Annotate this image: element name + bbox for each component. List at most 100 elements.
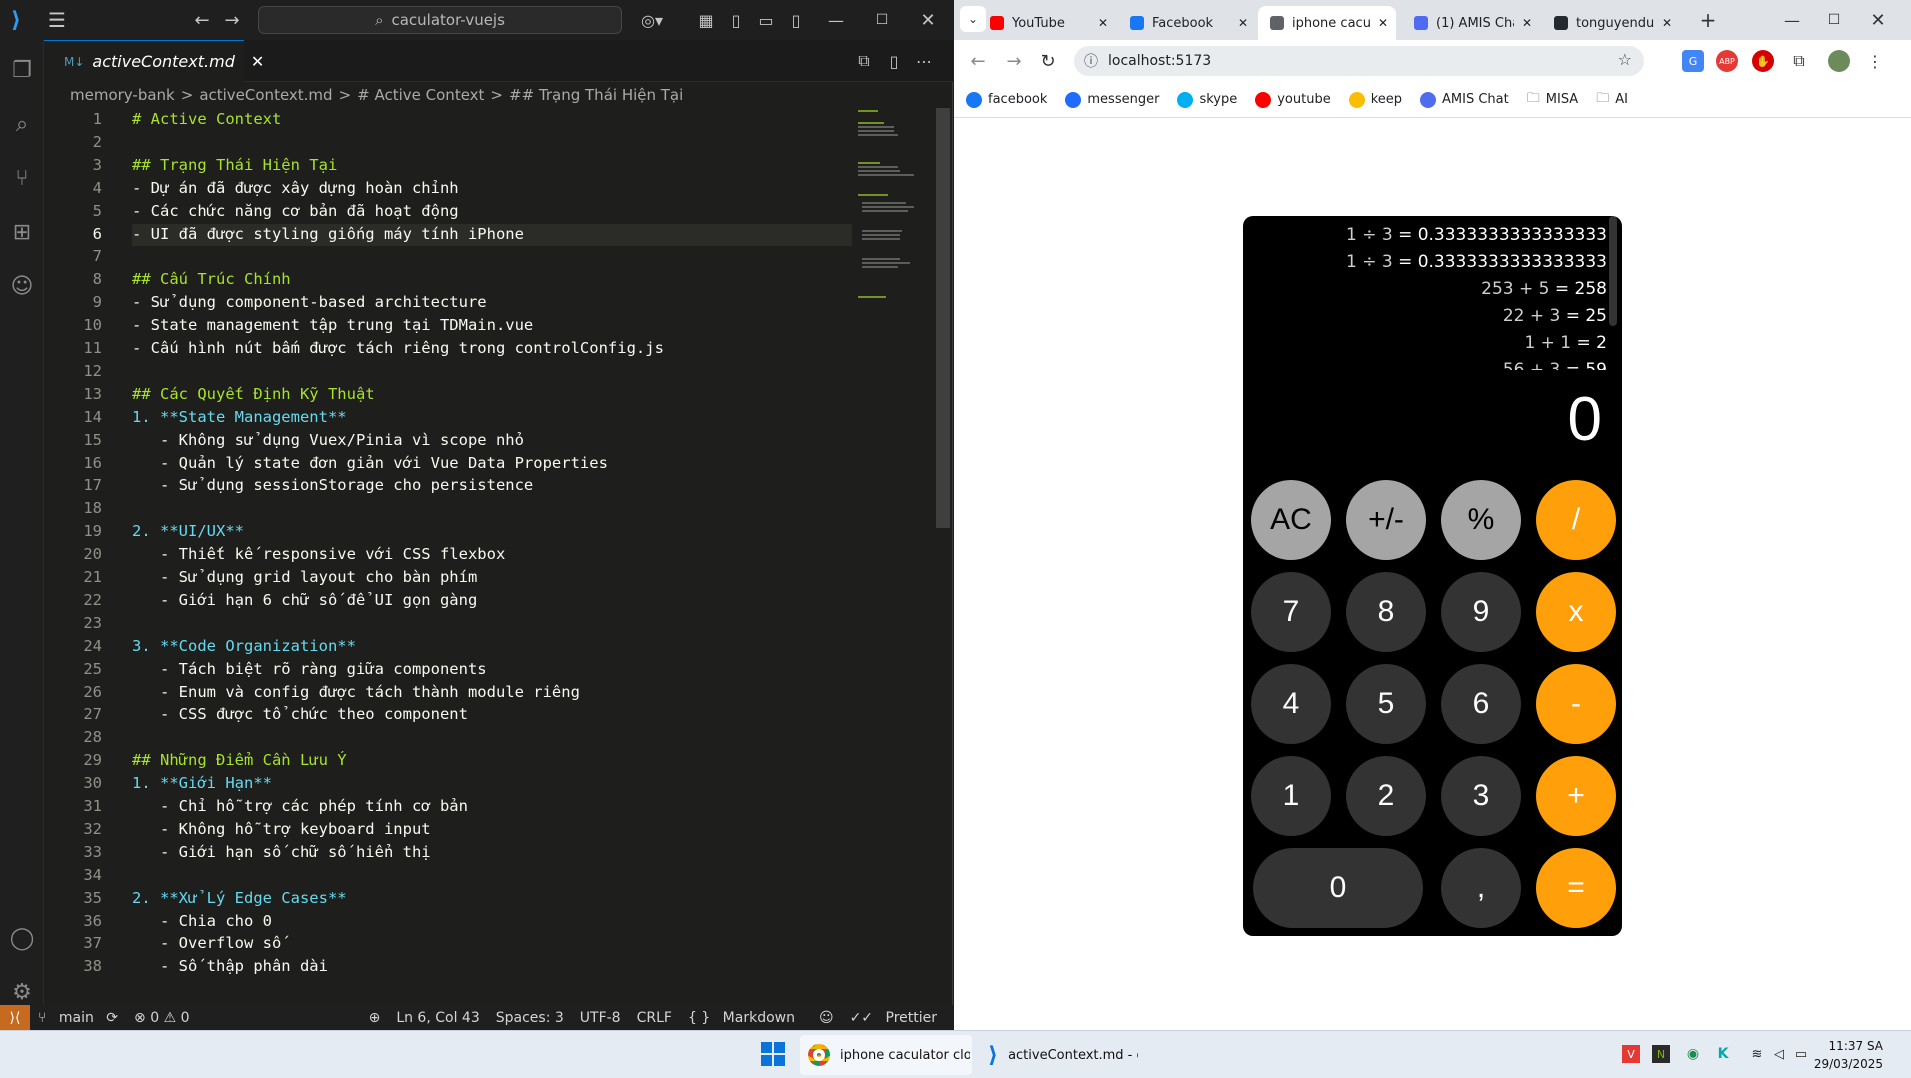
toggle-sidebar-icon[interactable]: ▯ (724, 8, 748, 32)
bookmark-star-icon[interactable]: ☆ (1618, 50, 1632, 69)
taskbar-vscode-app[interactable]: ⟩ activeContext.md - cacu (980, 1035, 1152, 1075)
key-digit-3-button[interactable]: 3 (1441, 756, 1521, 836)
problems-status[interactable]: ⊗ 0 ⚠ 0 (126, 1010, 197, 1026)
key-decimal-button[interactable]: , (1441, 848, 1521, 928)
calculation-history[interactable]: 1 ÷ 3 = 0.3333333333333333 1 ÷ 3 = 0.3333… (1243, 222, 1609, 370)
tab-close-icon[interactable]: ✕ (1662, 16, 1672, 30)
code-line[interactable]: - Số thập phân dài (132, 957, 328, 975)
forward-icon[interactable]: → (220, 8, 244, 32)
code-line[interactable]: - Các chức năng cơ bản đã hoạt động (132, 202, 459, 220)
split-editor-icon[interactable]: ▯ (882, 49, 906, 73)
breadcrumb-folder[interactable]: memory-bank (70, 86, 175, 104)
code-line[interactable]: 2. **Xử Lý Edge Cases** (132, 889, 347, 907)
key-digit-8-button[interactable]: 8 (1346, 572, 1426, 652)
reload-icon[interactable]: ↻ (1036, 49, 1060, 73)
browser-tab[interactable]: tonguyendu ✕ (1542, 6, 1680, 40)
key-multiply-button[interactable]: x (1536, 572, 1616, 652)
key-digit-7-button[interactable]: 7 (1251, 572, 1331, 652)
copilot-status-icon[interactable]: ☺ (811, 1010, 842, 1026)
key-digit-5-button[interactable]: 5 (1346, 664, 1426, 744)
nvidia-icon[interactable]: N (1652, 1045, 1670, 1063)
key-digit-1-button[interactable]: 1 (1251, 756, 1331, 836)
forward-icon[interactable]: → (1002, 49, 1026, 73)
tab-close-icon[interactable]: ✕ (1098, 16, 1108, 30)
zoom-icon[interactable]: ⊕ (361, 1010, 389, 1026)
code-line[interactable]: 1. **State Management** (132, 408, 347, 426)
taskbar-chrome-app[interactable]: iphone caculator clone - (800, 1035, 972, 1075)
bookmark-item[interactable]: messenger (1065, 91, 1159, 108)
minimize-icon[interactable]: — (824, 8, 848, 32)
code-line[interactable]: 2. **UI/UX** (132, 522, 244, 540)
key-add-button[interactable]: + (1536, 756, 1616, 836)
history-entry[interactable]: 56 + 3 = 59 (1243, 357, 1609, 370)
key-subtract-button[interactable]: - (1536, 664, 1616, 744)
start-icon[interactable] (760, 1041, 786, 1067)
indentation[interactable]: Spaces: 3 (488, 1010, 572, 1026)
bookmark-item[interactable]: AMIS Chat (1420, 91, 1509, 108)
key-digit-0-button[interactable]: 0 (1253, 848, 1423, 928)
browser-tab[interactable]: YouTube ✕ (978, 6, 1116, 40)
code-line[interactable]: 1. **Giới Hạn** (132, 774, 272, 792)
encoding[interactable]: UTF-8 (572, 1010, 629, 1026)
key-digit-2-button[interactable]: 2 (1346, 756, 1426, 836)
code-line[interactable]: - Giới hạn 6 chữ số để UI gọn gàng (132, 591, 477, 609)
new-tab-icon[interactable]: + (1696, 8, 1720, 32)
eol[interactable]: CRLF (629, 1010, 680, 1026)
bookmark-item[interactable]: youtube (1255, 91, 1331, 108)
layout-icon[interactable]: ▦ (694, 8, 718, 32)
battery-icon[interactable]: ▭ (1792, 1045, 1810, 1063)
bookmark-item[interactable]: keep (1348, 91, 1402, 108)
code-editor[interactable]: 1 # Active Context 2 3 ## Trạng Thái Hiện Tạ… (44, 108, 953, 1005)
back-icon[interactable]: ← (190, 8, 214, 32)
more-actions-icon[interactable]: ⋯ (912, 49, 936, 73)
volume-icon[interactable]: ◁ (1770, 1045, 1788, 1063)
history-entry[interactable]: 1 + 1 = 2 (1243, 330, 1609, 357)
code-line[interactable]: ## Trạng Thái Hiện Tại (132, 156, 337, 174)
code-line[interactable]: - Cấu hình nút bấm được tách riêng trong… (132, 339, 664, 357)
breadcrumb-file[interactable]: activeContext.md (199, 86, 332, 104)
key-percent-button[interactable]: % (1441, 480, 1521, 560)
breadcrumb-heading-1[interactable]: # Active Context (357, 86, 484, 104)
history-entry[interactable]: 1 ÷ 3 = 0.3333333333333333 (1243, 249, 1609, 276)
breadcrumb-heading-2[interactable]: ## Trạng Thái Hiện Tại (509, 86, 683, 104)
bookmark-item[interactable]: 🗀 AI (1596, 89, 1628, 111)
key-sign-button[interactable]: +/- (1346, 480, 1426, 560)
explorer-icon[interactable]: ❐ (0, 48, 44, 92)
minimap[interactable] (856, 108, 936, 308)
key-digit-9-button[interactable]: 9 (1441, 572, 1521, 652)
key-equals-button[interactable]: = (1536, 848, 1616, 928)
code-line[interactable]: 3. **Code Organization** (132, 637, 356, 655)
bookmark-item[interactable]: facebook (966, 91, 1047, 108)
toggle-panel-icon[interactable]: ▭ (754, 8, 778, 32)
adblock-extension-icon[interactable]: ABP (1716, 50, 1738, 72)
code-line[interactable]: # Active Context (132, 110, 281, 128)
tab-active-context[interactable]: M↓ activeContext.md ✕ (44, 40, 264, 82)
wifi-icon[interactable]: ≋ (1748, 1045, 1766, 1063)
history-entry[interactable]: 253 + 5 = 258 (1243, 276, 1609, 303)
bookmark-item[interactable]: 🗀 MISA (1527, 89, 1578, 111)
history-scrollbar[interactable] (1609, 216, 1617, 326)
tab-close-icon[interactable]: ✕ (1522, 16, 1532, 30)
shield-extension-icon[interactable]: ✋ (1752, 50, 1774, 72)
back-icon[interactable]: ← (966, 49, 990, 73)
chrome-menu-icon[interactable]: ⋮ (1864, 50, 1886, 72)
extensions-icon[interactable]: ⊞ (0, 210, 44, 254)
toggle-secondary-sidebar-icon[interactable]: ▯ (784, 8, 808, 32)
chrome-close-icon[interactable]: ✕ (1866, 8, 1890, 32)
tab-close-icon[interactable]: ✕ (1378, 16, 1388, 30)
bookmark-item[interactable]: skype (1177, 91, 1237, 108)
key-digit-4-button[interactable]: 4 (1251, 664, 1331, 744)
cursor-position[interactable]: Ln 6, Col 43 (388, 1010, 487, 1026)
translate-extension-icon[interactable]: G (1682, 50, 1704, 72)
remote-icon[interactable]: ⟩⟨ (0, 1005, 30, 1030)
code-line[interactable]: - Sử dụng grid layout cho bàn phím (132, 568, 477, 586)
extensions-puzzle-icon[interactable]: ⧉ (1788, 50, 1810, 72)
browser-tab[interactable]: iphone cacul ✕ (1258, 6, 1396, 40)
code-line[interactable]: - Sử dụng sessionStorage cho persistence (132, 476, 533, 494)
close-icon[interactable]: ✕ (916, 8, 940, 32)
source-control-icon[interactable]: ⑂ (0, 156, 44, 200)
editor-scrollbar[interactable] (936, 108, 950, 528)
tab-close-icon[interactable]: ✕ (251, 52, 264, 71)
code-line[interactable]: - Quản lý state đơn giản với Vue Data Pr… (132, 454, 608, 472)
code-line[interactable]: - State management tập trung tại TDMain.… (132, 316, 533, 334)
